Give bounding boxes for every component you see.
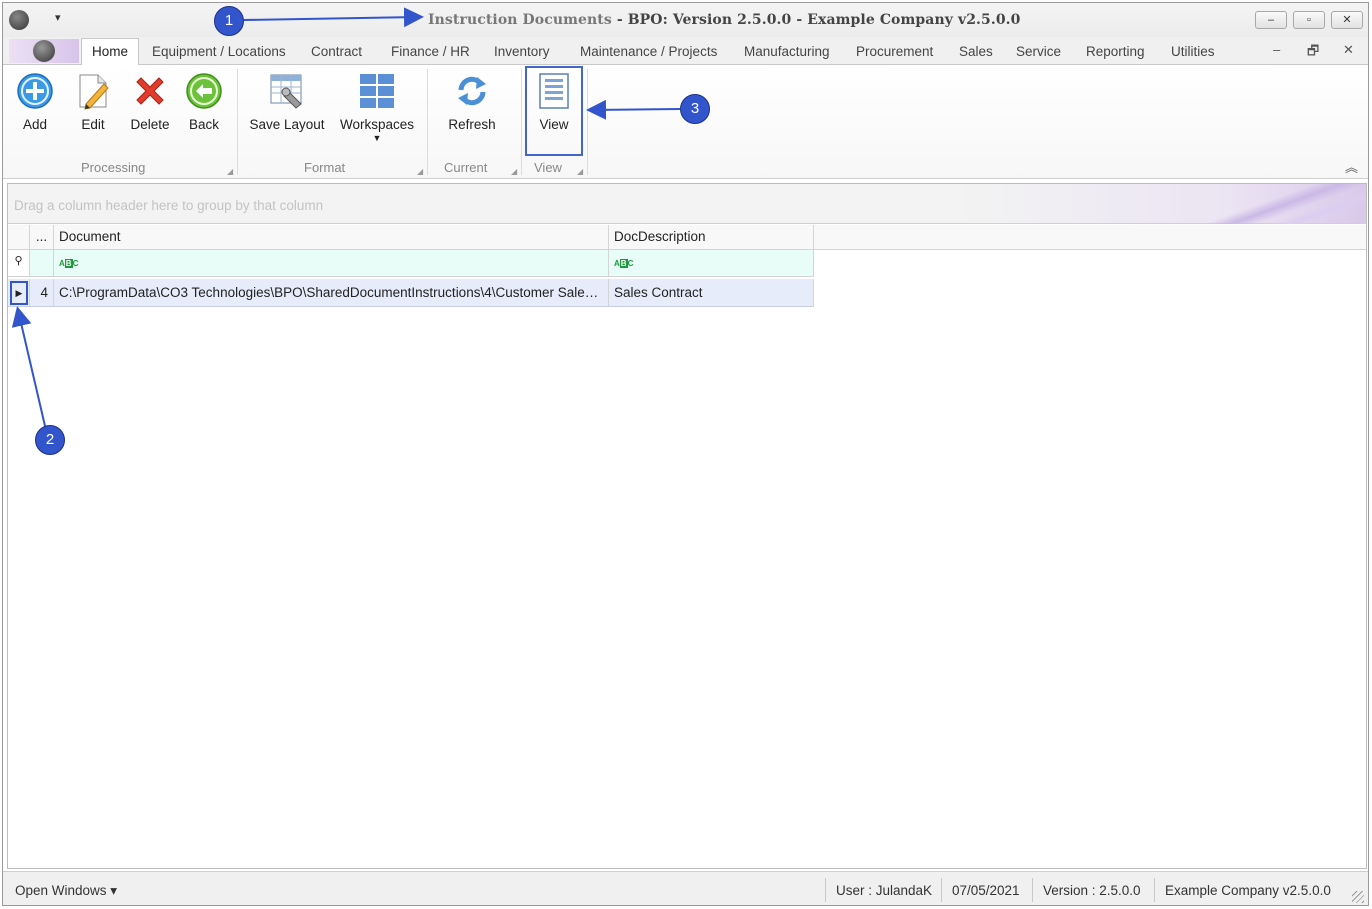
back-arrow-icon — [184, 71, 224, 111]
ribbon-separator — [521, 69, 522, 175]
mdi-restore-button[interactable]: 🗗 — [1307, 42, 1319, 64]
save-layout-button-label: Save Layout — [249, 117, 325, 132]
tab-procurement[interactable]: Procurement — [856, 44, 933, 59]
bpo-logo-icon — [33, 40, 55, 62]
tab-service[interactable]: Service — [1016, 44, 1061, 59]
delete-button-label: Delete — [130, 117, 170, 132]
column-header-docdescription[interactable]: DocDescription — [609, 225, 814, 249]
row-selector-arrow-icon[interactable]: ▶ — [10, 281, 28, 305]
group-panel-decoration — [1206, 184, 1366, 224]
window-title-screen: Instruction Documents — [428, 12, 612, 28]
cell-document[interactable]: C:\ProgramData\CO3 Technologies\BPO\Shar… — [54, 279, 609, 306]
group-by-panel[interactable]: Drag a column header here to group by th… — [8, 184, 1366, 224]
tab-equipment-locations[interactable]: Equipment / Locations — [152, 44, 286, 59]
text-filter-icon: ABC — [59, 259, 79, 268]
refresh-button[interactable]: Refresh — [447, 71, 497, 132]
close-button[interactable]: ✕ — [1331, 11, 1363, 29]
group-by-hint: Drag a column header here to group by th… — [14, 198, 324, 213]
tab-maintenance-projects[interactable]: Maintenance / Projects — [580, 44, 717, 59]
status-company: Example Company v2.5.0.0 — [1154, 878, 1341, 902]
app-window: ▾ Instruction Documents - BPO: Version 2… — [2, 2, 1369, 906]
view-launcher-icon[interactable]: ◢ — [577, 167, 583, 176]
ribbon-separator — [237, 69, 238, 175]
annotation-callout-1: 1 — [214, 6, 244, 36]
window-title-version: - BPO: Version 2.5.0.0 - Example Company… — [611, 12, 1021, 28]
row-indicator[interactable]: ▶ — [8, 279, 30, 306]
ribbon-separator — [427, 69, 428, 175]
processing-launcher-icon[interactable]: ◢ — [227, 167, 233, 176]
tab-sales[interactable]: Sales — [959, 44, 993, 59]
text-filter-icon: ABC — [614, 259, 634, 268]
refresh-button-label: Refresh — [448, 117, 496, 132]
delete-icon — [130, 71, 170, 111]
filter-cell-document[interactable]: ABC — [54, 250, 609, 276]
add-button[interactable]: Add — [15, 71, 55, 132]
resize-grip-icon[interactable] — [1352, 891, 1364, 903]
mdi-close-button[interactable]: ✕ — [1343, 42, 1354, 58]
status-bar: Open Windows ▾ User : JulandaK 07/05/202… — [3, 871, 1368, 905]
edit-icon — [73, 71, 113, 111]
tab-manufacturing[interactable]: Manufacturing — [744, 44, 830, 59]
filter-cell-row-number — [30, 250, 54, 276]
quick-access-dropdown-icon[interactable]: ▾ — [55, 11, 61, 24]
delete-button[interactable]: Delete — [127, 71, 173, 132]
tab-utilities[interactable]: Utilities — [1171, 44, 1215, 59]
ribbon-separator — [587, 69, 588, 175]
back-button-label: Back — [188, 117, 219, 132]
application-menu-button[interactable] — [9, 39, 79, 63]
mdi-minimize-button[interactable]: – — [1273, 42, 1280, 57]
row-number: 4 — [30, 279, 54, 306]
cell-docdescription[interactable]: Sales Contract — [609, 279, 814, 306]
row-indicator-header — [8, 225, 30, 249]
filter-cell-docdescription[interactable]: ABC — [609, 250, 814, 276]
workspaces-icon — [357, 71, 397, 111]
group-label-current: Current — [444, 160, 488, 175]
maximize-button[interactable]: ▫ — [1293, 11, 1325, 29]
workspaces-button-label: Workspaces — [339, 117, 415, 132]
view-button-highlight — [525, 66, 583, 156]
row-number-header[interactable]: ... — [30, 225, 54, 249]
app-icon[interactable] — [9, 10, 29, 30]
collapse-ribbon-icon[interactable]: ︽ — [1345, 157, 1358, 176]
refresh-icon — [452, 71, 492, 111]
status-user: User : JulandaK — [825, 878, 942, 902]
group-label-format: Format — [304, 160, 346, 175]
save-layout-icon — [267, 71, 307, 111]
add-icon — [15, 71, 55, 111]
annotation-callout-3: 3 — [680, 94, 710, 124]
table-row[interactable]: ▶ 4 C:\ProgramData\CO3 Technologies\BPO\… — [8, 279, 814, 307]
status-version: Version : 2.5.0.0 — [1032, 878, 1151, 902]
annotation-callout-2: 2 — [35, 425, 65, 455]
filter-row-pin-icon: ⚲ — [8, 250, 30, 276]
window-title: Instruction Documents - BPO: Version 2.5… — [428, 12, 1020, 28]
workspaces-button[interactable]: Workspaces ▼ — [339, 71, 415, 143]
save-layout-button[interactable]: Save Layout — [247, 71, 327, 132]
status-date: 07/05/2021 — [941, 878, 1030, 902]
documents-grid: Drag a column header here to group by th… — [7, 183, 1367, 869]
tab-reporting[interactable]: Reporting — [1086, 44, 1145, 59]
filter-row: ⚲ ABC ABC — [8, 250, 814, 277]
tab-finance-hr[interactable]: Finance / HR — [391, 44, 470, 59]
ribbon-tab-bar: Home Equipment / Locations Contract Fina… — [3, 37, 1368, 66]
add-button-label: Add — [22, 117, 48, 132]
back-button[interactable]: Back — [184, 71, 224, 132]
ribbon-panel: Add Edit Delete Back Processing ◢ Save L… — [3, 65, 1368, 179]
edit-button[interactable]: Edit — [73, 71, 113, 132]
group-label-processing: Processing — [81, 160, 146, 175]
tab-home[interactable]: Home — [81, 38, 140, 66]
tab-contract[interactable]: Contract — [311, 44, 362, 59]
minimize-button[interactable]: – — [1255, 11, 1287, 29]
format-launcher-icon[interactable]: ◢ — [417, 167, 423, 176]
column-header-document[interactable]: Document — [54, 225, 609, 249]
tab-inventory[interactable]: Inventory — [494, 44, 550, 59]
edit-button-label: Edit — [81, 117, 105, 132]
open-windows-dropdown[interactable]: Open Windows ▾ — [15, 883, 117, 899]
workspaces-dropdown-icon[interactable]: ▼ — [339, 134, 415, 143]
title-bar: ▾ Instruction Documents - BPO: Version 2… — [3, 3, 1368, 37]
current-launcher-icon[interactable]: ◢ — [511, 167, 517, 176]
column-header-row: ... Document DocDescription — [8, 225, 1366, 250]
group-label-view: View — [534, 160, 562, 175]
